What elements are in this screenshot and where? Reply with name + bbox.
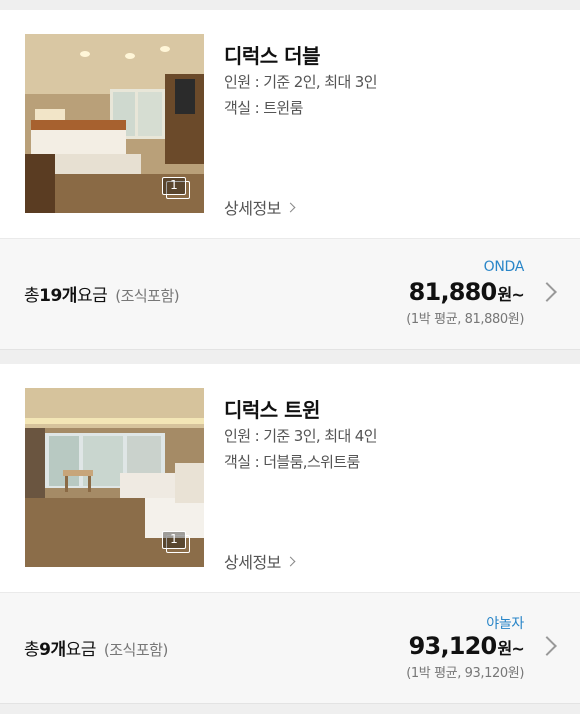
room-name: 디럭스 트윈 [224, 398, 320, 422]
photo-count-badge: 1 [162, 177, 190, 199]
photo-count: 1 [162, 177, 186, 195]
room-card: 1 디럭스 더블 인원 : 기준 2인, 최대 3인 객실 : 트윈룸 상세정보… [0, 10, 580, 350]
detail-link-label: 상세정보 [224, 553, 281, 572]
total-prefix: 총 [24, 286, 40, 306]
room-capacity: 인원 : 기준 3인, 최대 4인 [224, 427, 378, 445]
price-value: 93,120 [408, 632, 498, 660]
photo-count: 1 [162, 531, 186, 549]
price-unit: 원~ [497, 639, 524, 658]
room-capacity: 인원 : 기준 2인, 최대 3인 [224, 73, 378, 91]
price-value: 81,880 [408, 278, 498, 306]
chevron-right-icon [537, 636, 557, 656]
total-suffix: 요금 [76, 286, 108, 306]
price-block: ONDA 81,880원~ (1박 평균, 81,880원) [406, 259, 525, 327]
room-type: 객실 : 더블룸,스위트룸 [224, 453, 360, 471]
total-count: 19개 [39, 286, 77, 306]
price-block: 야놀자 93,120원~ (1박 평균, 93,120원) [406, 613, 525, 681]
provider-name: 야놀자 [486, 616, 524, 632]
detail-link[interactable]: 상세정보 [224, 549, 296, 573]
room-photo[interactable]: 1 [25, 388, 204, 567]
chevron-right-icon [537, 282, 557, 302]
chevron-right-icon [285, 556, 296, 567]
room-type: 객실 : 트윈룸 [224, 99, 303, 117]
price: 93,120원~ [406, 632, 525, 660]
room-info[interactable]: 1 디럭스 트윈 인원 : 기준 3인, 최대 4인 객실 : 더블룸,스위트룸… [0, 364, 580, 592]
total-count: 9개 [39, 640, 66, 660]
detail-link[interactable]: 상세정보 [224, 195, 296, 219]
breakfast-note: (조식포함) [115, 287, 180, 305]
breakfast-note: (조식포함) [103, 641, 168, 659]
total-prefix: 총 [24, 640, 40, 660]
photo-count-badge: 1 [162, 531, 190, 553]
price-average: (1박 평균, 81,880원) [406, 312, 524, 327]
provider-name: ONDA [483, 259, 525, 275]
chevron-right-icon [285, 202, 296, 213]
total-offers: 총 19개 요금 (조식포함) [24, 281, 180, 306]
room-info[interactable]: 1 디럭스 더블 인원 : 기준 2인, 최대 3인 객실 : 트윈룸 상세정보 [0, 10, 580, 238]
price-average: (1박 평균, 93,120원) [406, 666, 524, 681]
total-suffix: 요금 [65, 640, 97, 660]
price: 81,880원~ [406, 278, 525, 306]
price-row[interactable]: 총 19개 요금 (조식포함) ONDA 81,880원~ (1박 평균, 81… [0, 238, 580, 350]
room-name: 디럭스 더블 [224, 44, 320, 68]
detail-link-label: 상세정보 [224, 199, 281, 218]
room-photo[interactable]: 1 [25, 34, 204, 213]
price-row[interactable]: 총 9개 요금 (조식포함) 야놀자 93,120원~ (1박 평균, 93,1… [0, 592, 580, 704]
room-card: 1 디럭스 트윈 인원 : 기준 3인, 최대 4인 객실 : 더블룸,스위트룸… [0, 364, 580, 704]
total-offers: 총 9개 요금 (조식포함) [24, 635, 168, 660]
price-unit: 원~ [497, 285, 524, 304]
